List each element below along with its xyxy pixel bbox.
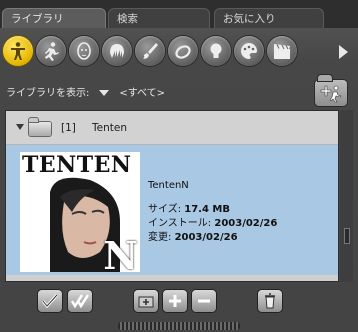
brush-icon[interactable] [135,36,165,66]
library-header-row[interactable]: [1] Tenten [6,111,338,145]
item-size-row: サイズ: 17.4 MB [148,203,277,217]
library-panel: ライブラリ 検索 お気に入り ライブラリを表示: <すべて> [1] Tente… [0,0,358,332]
item-changed-label: 変更: [148,232,175,243]
tab-library[interactable]: ライブラリ [2,8,106,28]
show-library-row: ライブラリを表示: <すべて> [6,86,165,102]
item-size-label: サイズ: [148,204,185,215]
item-info: TentenN サイズ: 17.4 MB インストール: 2003/02/26 … [148,179,277,245]
human-figure-icon[interactable] [3,36,33,66]
folder-tab-icon [318,75,332,81]
item-install-row: インストール: 2003/02/26 [148,217,277,231]
list-item-selected[interactable]: TENTEN N TentenN サイズ: 17.4 MB インストール: 20… [6,145,338,275]
add-folder-icon [138,296,154,308]
item-thumbnail: TENTEN N [20,152,140,272]
category-icon-row [0,34,358,74]
tab-search-label: 検索 [117,13,138,25]
light-bulb-icon[interactable] [201,36,231,66]
running-figure-icon[interactable] [36,36,66,66]
palette-icon[interactable] [234,36,264,66]
add-figure-icon [320,85,342,103]
trash-button[interactable] [258,290,282,312]
add-button[interactable] [163,290,187,312]
item-changed-value: 2003/02/26 [174,232,238,243]
ring-icon[interactable] [168,36,198,66]
tab-bar: ライブラリ 検索 お気に入り [0,0,358,28]
checkmark-icon [41,293,59,309]
folder-icon [29,118,51,136]
item-install-label: インストール: [148,218,215,229]
content-list: [1] Tenten TENTEN N TentenN サイズ: 17.4 MB… [5,110,339,282]
item-changed-row: 変更: 2003/02/26 [148,231,277,245]
show-library-value[interactable]: <すべて> [119,88,165,99]
hair-icon[interactable] [102,36,132,66]
new-folder-button[interactable] [134,290,158,312]
expand-triangle-icon[interactable] [16,124,24,130]
plus-icon [169,295,181,307]
library-name: Tenten [92,122,127,134]
tab-library-label: ライブラリ [11,13,64,25]
double-checkmark-icon [71,294,89,309]
item-size-value: 17.4 MB [184,204,230,215]
remove-button[interactable] [192,290,216,312]
scrollbar-grip[interactable] [344,228,350,244]
tab-favorites[interactable]: お気に入り [214,8,324,28]
library-count: [1] [61,122,76,134]
thumbnail-letter-text: N [103,233,138,272]
show-library-dropdown-icon[interactable] [99,90,110,96]
minus-icon [198,299,210,303]
face-icon[interactable] [69,36,99,66]
resize-grip[interactable] [118,322,240,330]
scroll-right-arrow-icon[interactable] [339,45,348,59]
trash-icon [265,293,275,309]
show-library-label: ライブラリを表示: [6,88,90,99]
tab-search[interactable]: 検索 [108,8,210,28]
vertical-scrollbar[interactable] [340,110,353,282]
apply-button[interactable] [38,290,62,312]
thumbnail-title-text: TENTEN [22,152,132,178]
item-name: TentenN [148,180,189,191]
item-install-value: 2003/02/26 [214,218,278,229]
apply-all-button[interactable] [68,290,92,312]
tab-favorites-label: お気に入り [223,13,276,25]
clapperboard-icon[interactable] [267,36,297,66]
add-library-button[interactable] [315,75,347,106]
